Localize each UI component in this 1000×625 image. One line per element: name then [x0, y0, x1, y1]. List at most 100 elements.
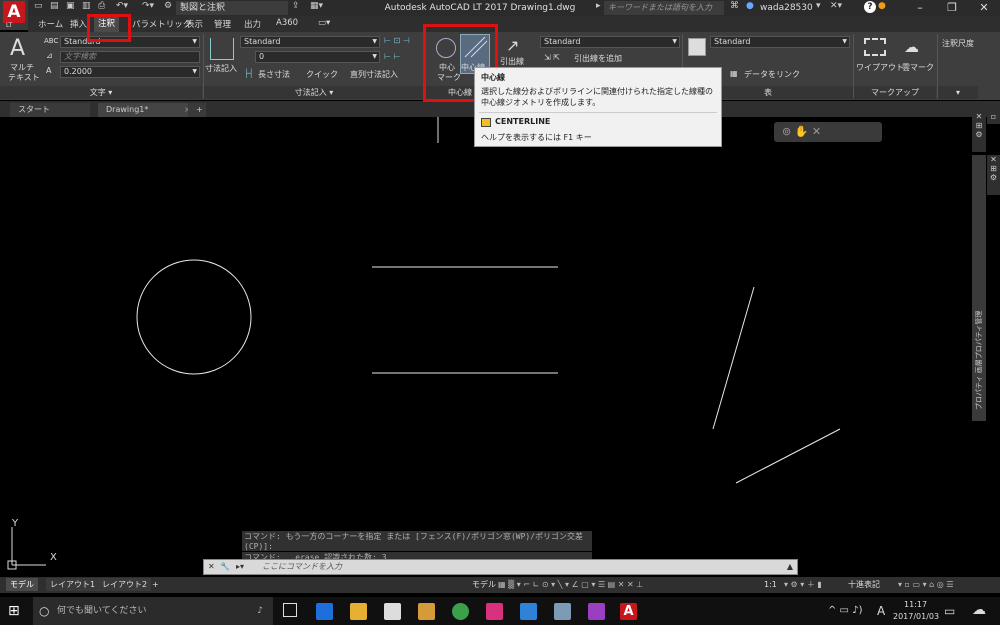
multiline-text-icon[interactable]: A: [10, 36, 25, 61]
binoculars-icon[interactable]: ⌘: [730, 1, 739, 15]
tab-manage[interactable]: 管理: [214, 18, 231, 30]
chrome-icon[interactable]: [452, 603, 469, 620]
ribbon-minimize-icon[interactable]: ▭▾: [318, 18, 330, 28]
add-layout-icon[interactable]: +: [148, 578, 163, 591]
palette-controls-top[interactable]: ✕ ⊞ ⚙: [972, 112, 986, 152]
dim-tool-icons-2[interactable]: ⊢ ⊢: [384, 52, 400, 61]
navigation-bar[interactable]: ⊚ ✋ ✕: [774, 122, 882, 142]
qat-share-icon[interactable]: ⇪: [292, 1, 300, 15]
cloud-icon[interactable]: ☁: [972, 602, 986, 618]
close-button[interactable]: ✕: [968, 0, 1000, 16]
search-expand-icon[interactable]: ▸: [596, 1, 601, 15]
tab-parametric[interactable]: パラメトリック: [132, 18, 191, 30]
qat-redo-icon[interactable]: ↷▾: [142, 1, 154, 15]
qat-undo-icon[interactable]: ↶▾: [116, 1, 128, 15]
table-style-combo[interactable]: Standard ▼: [710, 36, 850, 48]
tab-drawing1[interactable]: Drawing1*: [98, 103, 188, 117]
find-text-input[interactable]: 文字検索: [60, 51, 200, 63]
text-panel-title[interactable]: 文字 ▾: [0, 86, 202, 99]
revcloud-icon[interactable]: ☁: [904, 38, 919, 56]
dimension-icon[interactable]: [210, 38, 234, 60]
linear-dim-label[interactable]: 長さ寸法: [258, 69, 290, 80]
command-prompt-icon[interactable]: ▸▾: [236, 560, 244, 574]
qat-open-icon[interactable]: ▤: [50, 1, 59, 15]
command-close-icon[interactable]: ✕: [208, 560, 215, 574]
wipeout-icon[interactable]: [864, 38, 886, 56]
multileader-label[interactable]: 引出線: [500, 56, 524, 67]
qat-save-icon[interactable]: ▣: [66, 1, 75, 15]
ime-indicator[interactable]: A: [877, 604, 885, 618]
status-right-icons[interactable]: ▾ ▫ ▭ ▾ ⌂ ◎ ☰: [894, 578, 958, 591]
edge-icon[interactable]: [316, 603, 333, 620]
exchange-icon[interactable]: ✕▾: [830, 1, 842, 15]
status-tool-icons[interactable]: ▦ ▒ ▾ ⌐ ∟ ⊙ ▾ ╲ ▾ ∠ ▢ ▾ ☰ ▤ ✕ ✕ ⊥: [494, 578, 647, 591]
side-palette-label[interactable]: プロパティ 画層プロパティ管理: [974, 150, 984, 410]
media-icon[interactable]: [418, 603, 435, 620]
hatena-icon[interactable]: [486, 603, 503, 620]
layout-tab-2[interactable]: レイアウト2: [98, 578, 152, 591]
command-input[interactable]: ここにコマンドを入力: [262, 560, 342, 574]
dim-layer-combo[interactable]: 0 ▼: [255, 51, 380, 63]
workspace-dropdown[interactable]: 製図と注釈: [176, 1, 288, 15]
help-icon[interactable]: ?: [864, 1, 876, 13]
layout-tab-1[interactable]: レイアウト1: [46, 578, 100, 591]
data-link-label[interactable]: データをリンク: [744, 69, 800, 80]
clock-time[interactable]: 11:17: [904, 600, 927, 609]
action-center-icon[interactable]: ▭: [944, 604, 955, 618]
tab-start[interactable]: スタート: [10, 103, 90, 117]
tab-view[interactable]: 表示: [186, 18, 203, 30]
ribbon-collapse-icon[interactable]: ▾: [938, 86, 978, 99]
tray-icons[interactable]: ^ ▭ ♪): [828, 605, 862, 616]
store-icon[interactable]: [384, 603, 401, 620]
app-icon[interactable]: [554, 603, 571, 620]
units-status[interactable]: 十進表記: [844, 578, 884, 591]
qat-plot-icon[interactable]: ⎙: [98, 1, 105, 15]
palette-restore-icon[interactable]: ▫: [987, 112, 1000, 124]
workspace-gear-icon[interactable]: ⚙: [164, 1, 172, 15]
maximize-button[interactable]: ❐: [936, 0, 968, 16]
microphone-icon[interactable]: ♪: [257, 597, 263, 625]
dim-tool-icons[interactable]: ⊢ ⊡ ⊣: [384, 36, 410, 45]
command-history-toggle-icon[interactable]: ▲: [787, 560, 793, 574]
taskbar-search-input[interactable]: ○ 何でも聞いてください ♪: [33, 597, 273, 625]
multileader-icon[interactable]: ↗: [506, 36, 519, 55]
multiline-text-label-2[interactable]: テキスト: [8, 72, 40, 83]
quick-dim-label[interactable]: クイック: [306, 69, 338, 80]
account-dropdown-icon[interactable]: ▾: [816, 1, 821, 15]
tab-a360[interactable]: A360: [276, 18, 298, 28]
username[interactable]: wada28530: [760, 1, 813, 15]
palette-controls-side[interactable]: ✕ ⊞ ⚙: [987, 155, 1000, 195]
help-search-input[interactable]: キーワードまたは語句を入力: [604, 1, 724, 15]
tab-insert[interactable]: 挿入: [70, 18, 87, 30]
paint-icon[interactable]: [588, 603, 605, 620]
windows-start-icon[interactable]: ⊞: [8, 603, 20, 619]
add-leader-label[interactable]: 引出線を追加: [574, 53, 622, 64]
tab-home[interactable]: ホーム: [38, 18, 63, 30]
command-customize-icon[interactable]: 🔧: [220, 560, 230, 574]
clock-date[interactable]: 2017/01/03: [893, 612, 939, 621]
table-icon[interactable]: [688, 38, 706, 56]
qat-layers-icon[interactable]: ▦▾: [310, 1, 323, 15]
continue-dim-label[interactable]: 直列寸法記入: [350, 69, 398, 80]
layout-tab-model[interactable]: モデル: [6, 578, 38, 591]
qat-new-icon[interactable]: ▭: [34, 1, 43, 15]
text-height-combo[interactable]: 0.2000 ▼: [60, 66, 200, 78]
dim-panel-title[interactable]: 寸法記入 ▾: [204, 86, 424, 99]
leader-style-combo[interactable]: Standard ▼: [540, 36, 680, 48]
tab-output[interactable]: 出力: [244, 18, 261, 30]
notification-icon[interactable]: ●: [878, 1, 886, 15]
internet-explorer-icon[interactable]: [520, 603, 537, 620]
drawing-canvas[interactable]: [0, 117, 970, 577]
dim-style-combo[interactable]: Standard ▼: [240, 36, 380, 48]
minimize-button[interactable]: –: [904, 0, 936, 16]
file-explorer-icon[interactable]: [350, 603, 367, 620]
annotation-scale-label[interactable]: 注釈尺度: [942, 38, 974, 49]
revcloud-label[interactable]: 雲マーク: [902, 62, 934, 73]
autocad-taskbar-icon[interactable]: A: [620, 603, 637, 620]
qat-saveas-icon[interactable]: ▥: [82, 1, 91, 15]
wipeout-label[interactable]: ワイプアウト: [856, 62, 904, 73]
application-menu-button[interactable]: A LT: [0, 0, 28, 30]
dimension-button-label[interactable]: 寸法記入: [205, 63, 237, 74]
new-tab-icon[interactable]: +: [188, 103, 206, 117]
command-line[interactable]: ✕ 🔧 ▸▾ ここにコマンドを入力 ▲: [203, 559, 798, 575]
